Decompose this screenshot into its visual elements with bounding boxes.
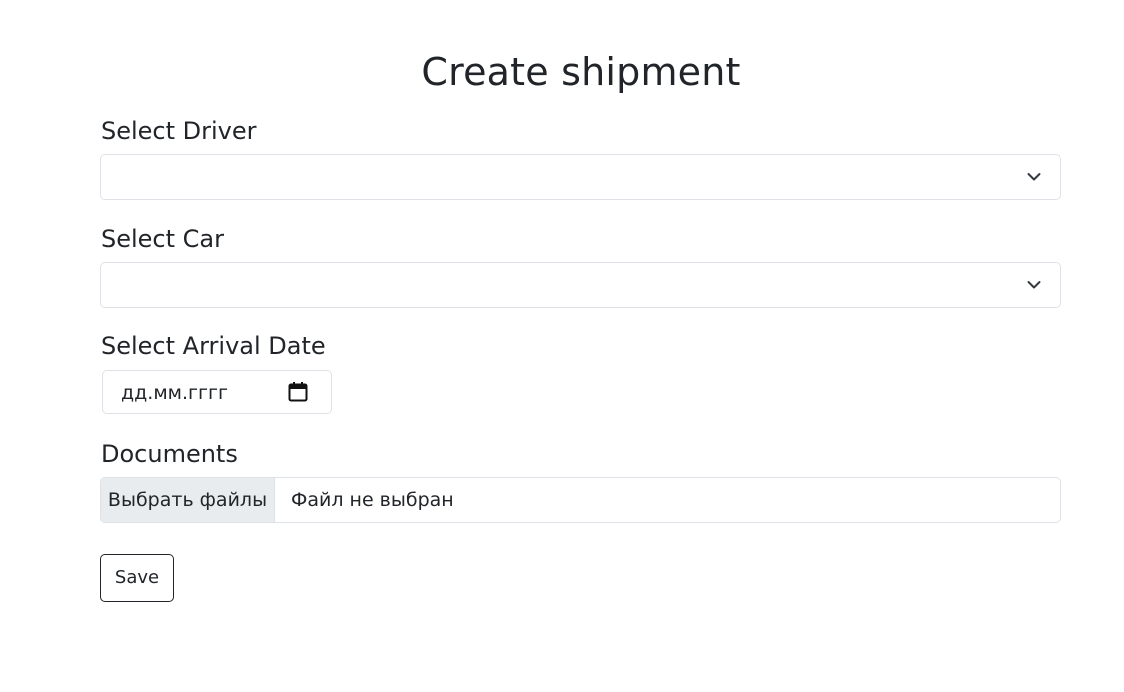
car-select[interactable] — [100, 262, 1061, 308]
date-placeholder: дд.мм.гггг — [121, 382, 228, 404]
documents-label: Documents — [101, 440, 238, 468]
driver-label: Select Driver — [101, 117, 257, 145]
calendar-icon[interactable] — [287, 381, 309, 403]
file-status-text: Файл не выбран — [291, 489, 454, 511]
arrival-date-input[interactable]: дд.мм.гггг — [102, 370, 332, 414]
documents-file-input[interactable]: Выбрать файлы Файл не выбран — [100, 477, 1061, 523]
save-button[interactable]: Save — [100, 554, 174, 602]
choose-files-button[interactable]: Выбрать файлы — [101, 478, 275, 522]
chevron-down-icon — [1027, 281, 1041, 289]
car-label: Select Car — [101, 225, 224, 253]
arrival-date-label: Select Arrival Date — [101, 332, 326, 360]
page-title: Create shipment — [421, 50, 741, 94]
driver-select[interactable] — [100, 154, 1061, 200]
create-shipment-page: Create shipment Select Driver Select Car… — [0, 0, 1124, 692]
chevron-down-icon — [1027, 173, 1041, 181]
